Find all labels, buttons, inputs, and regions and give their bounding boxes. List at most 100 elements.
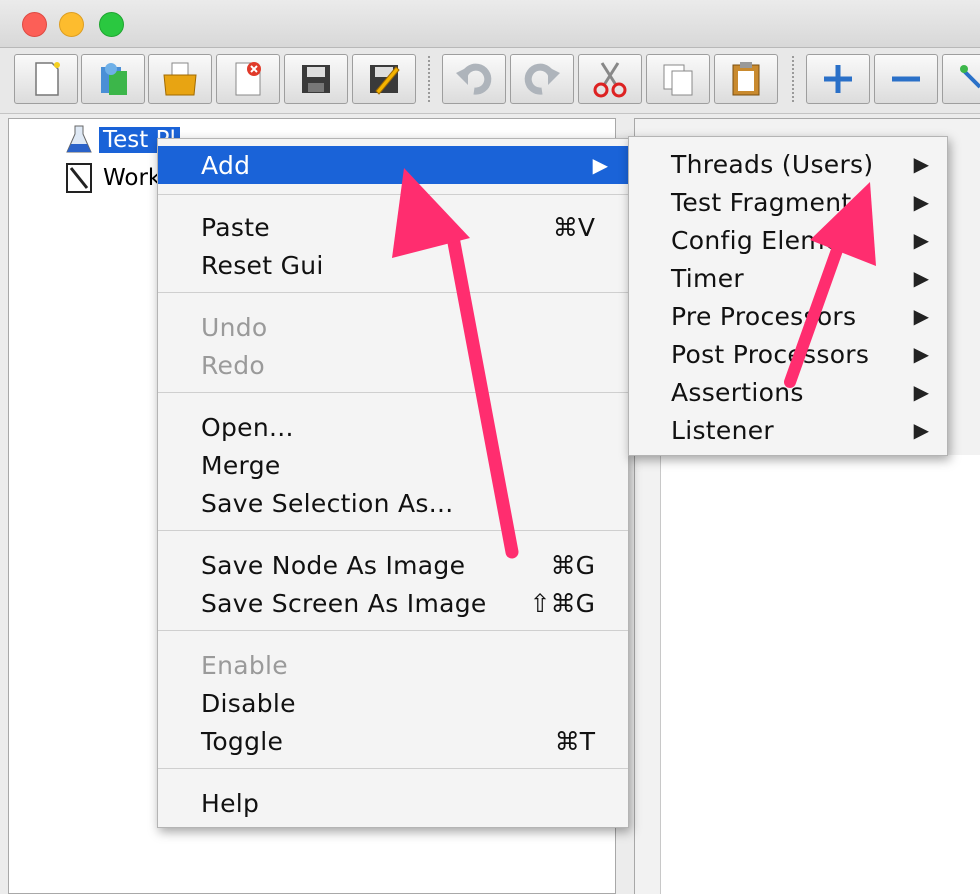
menu-item-shortcut: ⌘G: [550, 550, 595, 580]
menu-item-label: Disable: [201, 688, 296, 718]
menu-separator: [158, 194, 628, 196]
menu-item-label: Merge: [201, 450, 281, 480]
templates-icon: [101, 63, 127, 95]
submenu-arrow-icon: ▶: [913, 418, 929, 442]
toolbar-separator: [428, 56, 431, 102]
submenu-arrow-icon: ▶: [913, 380, 929, 404]
menu-item-save-screen-as-image[interactable]: Save Screen As Image ⇧⌘G: [158, 584, 628, 622]
tree-node-workbench[interactable]: Work: [63, 161, 165, 195]
paste-icon: [732, 62, 760, 96]
save-as-button[interactable]: [352, 54, 416, 104]
cut-button[interactable]: [578, 54, 642, 104]
menu-item-label: Save Selection As...: [201, 488, 454, 518]
toolbar-separator: [792, 56, 795, 102]
paste-button[interactable]: [714, 54, 778, 104]
toggle-button[interactable]: [942, 54, 980, 104]
menu-item-toggle[interactable]: Toggle ⌘T: [158, 722, 628, 760]
save-button[interactable]: [284, 54, 348, 104]
submenu-item-label: Post Processors: [671, 339, 870, 369]
editor-content-area: [660, 455, 980, 894]
expand-icon: [824, 65, 852, 93]
submenu-arrow-icon: ▶: [913, 304, 929, 328]
submenu-item-label: Threads (Users): [671, 149, 874, 179]
menu-item-label: Help: [201, 788, 260, 818]
workbench-icon: [66, 163, 92, 193]
menu-item-label: Save Node As Image: [201, 550, 466, 580]
cut-icon: [593, 62, 627, 98]
menu-item-shortcut: ⌘T: [554, 726, 595, 756]
save-icon: [302, 65, 330, 93]
redo-button[interactable]: [510, 54, 574, 104]
menu-item-save-node-as-image[interactable]: Save Node As Image ⌘G: [158, 546, 628, 584]
submenu-item-threads[interactable]: Threads (Users) ▶: [629, 145, 947, 183]
submenu-item-label: Config Element: [671, 225, 867, 255]
new-button[interactable]: [14, 54, 78, 104]
submenu-item-assertions[interactable]: Assertions ▶: [629, 373, 947, 411]
menu-item-label: Toggle: [201, 726, 284, 756]
toolbar: [0, 48, 980, 114]
menu-separator: [158, 392, 628, 394]
submenu-item-listener[interactable]: Listener ▶: [629, 411, 947, 449]
menu-item-shortcut: ⌘V: [552, 212, 595, 242]
menu-item-help[interactable]: Help: [158, 784, 628, 822]
expand-all-button[interactable]: [806, 54, 870, 104]
tree-node-label: Work: [103, 165, 162, 191]
menu-item-label: Undo: [201, 312, 268, 342]
submenu-arrow-icon: ▶: [913, 266, 929, 290]
menu-item-add[interactable]: Add ▶: [158, 146, 628, 184]
minimize-window-button[interactable]: [59, 12, 84, 37]
menu-item-save-selection-as[interactable]: Save Selection As...: [158, 484, 628, 522]
open-icon: [163, 62, 197, 96]
copy-button[interactable]: [646, 54, 710, 104]
close-icon: [235, 62, 261, 96]
submenu-item-post-processors[interactable]: Post Processors ▶: [629, 335, 947, 373]
zoom-window-button[interactable]: [99, 12, 124, 37]
submenu-item-label: Pre Processors: [671, 301, 857, 331]
new-icon: [35, 62, 60, 96]
menu-item-label: Add: [201, 150, 251, 180]
test-plan-icon: [66, 125, 92, 153]
menu-item-label: Open...: [201, 412, 294, 442]
menu-item-label: Redo: [201, 350, 265, 380]
submenu-item-label: Listener: [671, 415, 774, 445]
submenu-item-pre-processors[interactable]: Pre Processors ▶: [629, 297, 947, 335]
submenu-arrow-icon: ▶: [913, 190, 929, 214]
menu-item-merge[interactable]: Merge: [158, 446, 628, 484]
submenu-item-config-element[interactable]: Config Element ▶: [629, 221, 947, 259]
menu-separator: [158, 630, 628, 632]
open-button[interactable]: [148, 54, 212, 104]
context-menu: Add ▶ Paste ⌘V Reset Gui Undo Redo Open.…: [157, 138, 629, 828]
menu-item-reset-gui[interactable]: Reset Gui: [158, 246, 628, 284]
menu-item-enable[interactable]: Enable: [158, 646, 628, 684]
menu-item-shortcut: ⇧⌘G: [529, 588, 595, 618]
menu-item-label: Paste: [201, 212, 270, 242]
menu-item-redo[interactable]: Redo: [158, 346, 628, 384]
menu-item-label: Reset Gui: [201, 250, 324, 280]
undo-button[interactable]: [442, 54, 506, 104]
submenu-item-label: Timer: [671, 263, 744, 293]
redo-icon: [524, 63, 560, 95]
menu-item-label: Save Screen As Image: [201, 588, 487, 618]
submenu-item-label: Test Fragment: [671, 187, 852, 217]
collapse-icon: [892, 76, 920, 82]
menu-separator: [158, 292, 628, 294]
submenu-arrow-icon: ▶: [913, 342, 929, 366]
templates-button[interactable]: [81, 54, 145, 104]
submenu-item-test-fragment[interactable]: Test Fragment ▶: [629, 183, 947, 221]
undo-icon: [456, 63, 492, 95]
menu-item-disable[interactable]: Disable: [158, 684, 628, 722]
save-as-icon: [370, 65, 400, 95]
menu-item-undo[interactable]: Undo: [158, 308, 628, 346]
toggle-icon: [960, 65, 980, 89]
collapse-all-button[interactable]: [874, 54, 938, 104]
menu-item-open[interactable]: Open...: [158, 408, 628, 446]
add-submenu: Threads (Users) ▶ Test Fragment ▶ Config…: [628, 136, 948, 456]
copy-icon: [663, 64, 693, 96]
submenu-item-label: Assertions: [671, 377, 804, 407]
menu-item-paste[interactable]: Paste ⌘V: [158, 208, 628, 246]
close-window-button[interactable]: [22, 12, 47, 37]
submenu-arrow-icon: ▶: [913, 152, 929, 176]
menu-item-label: Enable: [201, 650, 288, 680]
close-button[interactable]: [216, 54, 280, 104]
submenu-item-timer[interactable]: Timer ▶: [629, 259, 947, 297]
